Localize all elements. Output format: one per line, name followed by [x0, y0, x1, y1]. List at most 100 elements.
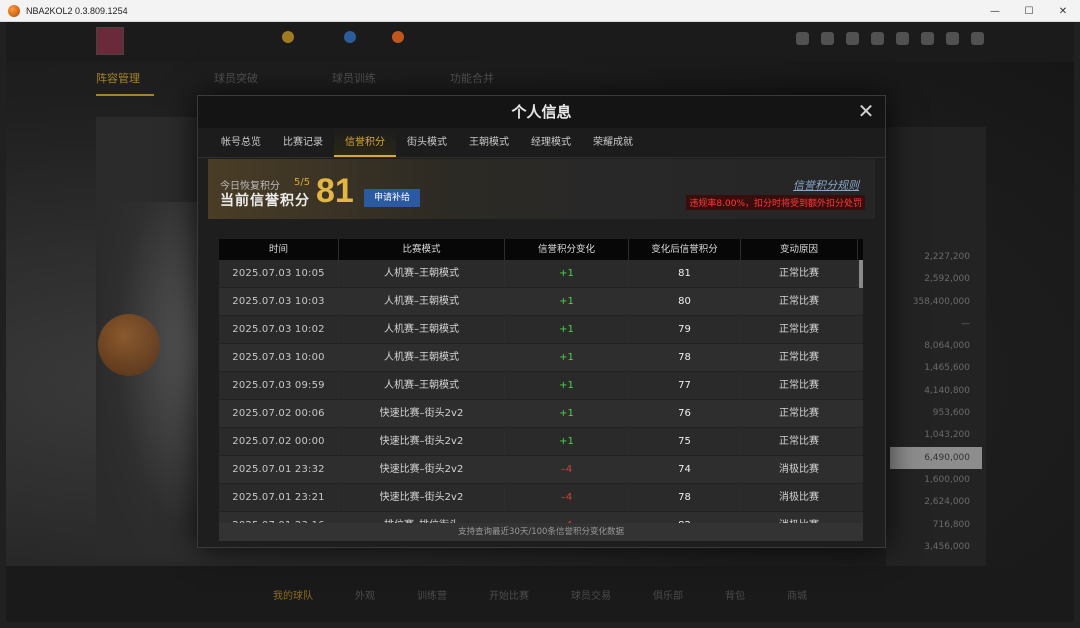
credit-score-banner: 今日恢复积分 5/5 当前信誉积分 81 申请补给 信誉积分规则 违规率8.00…	[208, 159, 875, 219]
table-header: 时间 比赛模式 信誉积分变化 变化后信誉积分 变动原因	[219, 239, 863, 260]
close-icon[interactable]: ✕	[855, 100, 877, 122]
dialog-tabs: 帐号总览 比赛记录 信誉积分 街头模式 王朝模式 经理模式 荣耀成就	[198, 128, 885, 158]
credit-rules-link[interactable]: 信誉积分规则	[793, 177, 859, 193]
tab-street-mode[interactable]: 街头模式	[396, 128, 458, 157]
header-delta: 信誉积分变化	[505, 239, 629, 260]
bg-tab-lineup[interactable]: 阵容管理	[96, 70, 154, 96]
bottom-nav-my-team[interactable]: 我的球队	[273, 587, 313, 602]
apply-supply-button[interactable]: 申请补给	[364, 189, 420, 207]
cell-mode: 快速比赛–街头2v2	[339, 456, 505, 483]
bottom-nav-club[interactable]: 俱乐部	[653, 587, 683, 602]
cell-time: 2025.07.02 00:06	[219, 400, 339, 427]
cell-mode: 快速比赛–街头2v2	[339, 400, 505, 427]
table-row: 2025.07.03 10:00 人机赛–王朝模式 +1 78 正常比赛	[219, 344, 863, 372]
background-value-list: 2,227,200 2,592,000 358,400,000 — 8,064,…	[890, 246, 982, 558]
cell-time: 2025.07.03 10:02	[219, 316, 339, 343]
game-window: 阵容管理 球员突破 球员训练 功能合并 2,227,200 2,592,000 …	[6, 22, 1074, 622]
cell-delta: +1	[505, 344, 629, 371]
profile-icon[interactable]	[796, 32, 809, 45]
background-nav-tabs: 阵容管理 球员突破 球员训练 功能合并	[96, 70, 508, 96]
cell-time: 2025.07.03 10:03	[219, 288, 339, 315]
basketball-image	[98, 314, 160, 376]
support-icon[interactable]	[946, 32, 959, 45]
list-item-selected: 6,490,000	[890, 446, 982, 469]
tab-match-records[interactable]: 比赛记录	[272, 128, 334, 157]
cell-delta: +1	[505, 372, 629, 399]
maximize-button[interactable]: ☐	[1012, 0, 1046, 22]
list-item: 953,600	[932, 408, 970, 419]
list-item: 2,227,200	[924, 252, 970, 262]
cell-reason: 正常比赛	[741, 428, 858, 455]
logout-icon[interactable]	[971, 32, 984, 45]
gold-coin-icon	[282, 31, 294, 43]
cell-mode: 人机赛–王朝模式	[339, 316, 505, 343]
cell-after: 80	[629, 288, 741, 315]
cell-mode: 人机赛–王朝模式	[339, 372, 505, 399]
cell-mode: 快速比赛–街头2v2	[339, 484, 505, 511]
list-item: 716,800	[932, 519, 970, 530]
basketball-app-icon	[8, 4, 20, 17]
cell-reason: 正常比赛	[741, 372, 858, 399]
list-item: 1,600,000	[924, 474, 970, 485]
cell-mode: 快速比赛–街头2v2	[339, 428, 505, 455]
tab-credit-score[interactable]: 信誉积分	[334, 128, 396, 157]
cell-after: 74	[629, 456, 741, 483]
cell-time: 2025.07.01 23:21	[219, 484, 339, 511]
window-controls: — ☐ ✕	[978, 0, 1080, 22]
list-item: 8,064,000	[924, 341, 970, 352]
tab-manager-mode[interactable]: 经理模式	[520, 128, 582, 157]
tab-account-overview[interactable]: 帐号总览	[210, 128, 272, 157]
header-time: 时间	[219, 239, 339, 260]
bottom-nav-trade[interactable]: 球员交易	[571, 587, 611, 602]
cell-reason: 消极比赛	[741, 484, 858, 511]
bg-tab-merge[interactable]: 功能合并	[450, 70, 508, 96]
cell-mode: 人机赛–王朝模式	[339, 344, 505, 371]
personal-info-dialog: 个人信息 ✕ 帐号总览 比赛记录 信誉积分 街头模式 王朝模式 经理模式 荣耀成…	[197, 95, 886, 548]
table-row: 2025.07.01 23:21 快速比赛–街头2v2 –4 78 消极比赛	[219, 484, 863, 512]
list-item: 1,465,600	[924, 363, 970, 374]
cell-reason: 正常比赛	[741, 260, 858, 287]
header-after: 变化后信誉积分	[629, 239, 741, 260]
bottom-nav-bag[interactable]: 背包	[725, 587, 745, 602]
cell-after: 79	[629, 316, 741, 343]
blue-coin-icon	[344, 31, 356, 43]
cell-delta: +1	[505, 316, 629, 343]
list-item: 4,140,800	[924, 385, 970, 396]
cell-delta: +1	[505, 260, 629, 287]
cell-time: 2025.07.03 09:59	[219, 372, 339, 399]
bg-tab-breakthrough[interactable]: 球员突破	[214, 70, 272, 96]
bottom-nav-appearance[interactable]: 外观	[355, 587, 375, 602]
window-titlebar: NBA2KOL2 0.3.809.1254 — ☐ ✕	[0, 0, 1080, 22]
friend-icon[interactable]	[821, 32, 834, 45]
gift-icon[interactable]	[921, 32, 934, 45]
tab-honor-achievements[interactable]: 荣耀成就	[582, 128, 644, 157]
violation-notice: 违规率8.00%，扣分时将受到额外扣分处罚	[686, 195, 865, 210]
bottom-nav-shop[interactable]: 商城	[787, 587, 807, 602]
cell-time: 2025.07.02 00:00	[219, 428, 339, 455]
list-item: —	[961, 318, 970, 329]
topbar-icons	[796, 32, 984, 45]
cell-delta: +1	[505, 400, 629, 427]
cell-after: 78	[629, 484, 741, 511]
bottom-nav-start-game[interactable]: 开始比赛	[489, 587, 529, 602]
cell-delta: –4	[505, 484, 629, 511]
cell-time: 2025.07.03 10:00	[219, 344, 339, 371]
cell-delta: +1	[505, 428, 629, 455]
tab-dynasty-mode[interactable]: 王朝模式	[458, 128, 520, 157]
credit-history-table: 时间 比赛模式 信誉积分变化 变化后信誉积分 变动原因 2025.07.03 1…	[219, 239, 863, 541]
bottom-nav-training-camp[interactable]: 训练营	[417, 587, 447, 602]
table-scrollbar[interactable]	[859, 260, 863, 288]
settings-icon[interactable]	[896, 32, 909, 45]
cell-mode: 人机赛–王朝模式	[339, 260, 505, 287]
team-icon[interactable]	[846, 32, 859, 45]
minimize-button[interactable]: —	[978, 0, 1012, 22]
table-row: 2025.07.02 00:00 快速比赛–街头2v2 +1 75 正常比赛	[219, 428, 863, 456]
video-icon[interactable]	[871, 32, 884, 45]
window-title: NBA2KOL2 0.3.809.1254	[26, 5, 128, 16]
cell-reason: 消极比赛	[741, 456, 858, 483]
table-row: 2025.07.03 09:59 人机赛–王朝模式 +1 77 正常比赛	[219, 372, 863, 400]
bg-tab-training[interactable]: 球员训练	[332, 70, 390, 96]
close-window-button[interactable]: ✕	[1046, 0, 1080, 22]
cell-after: 78	[629, 344, 741, 371]
dialog-header: 个人信息 ✕	[198, 96, 885, 128]
